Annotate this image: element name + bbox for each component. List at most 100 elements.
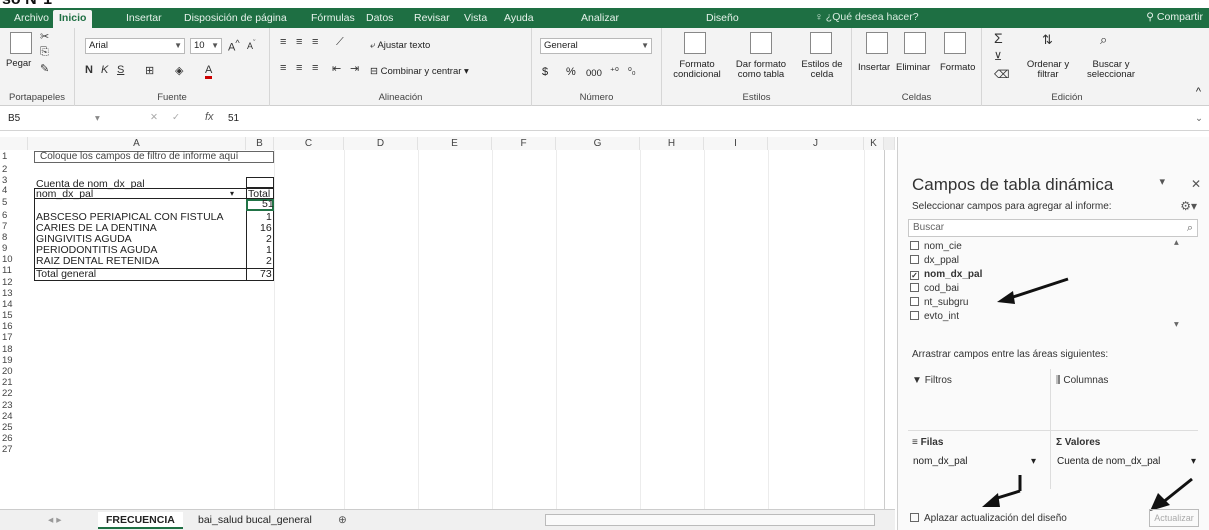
row-header[interactable]: 23 — [0, 400, 16, 411]
align-left-icon[interactable]: ≡ — [280, 62, 286, 74]
row-header[interactable]: 5 — [0, 197, 16, 208]
increase-decimal-icon[interactable]: ⁺⁰ — [610, 66, 619, 77]
format-cells-button[interactable]: Formato — [940, 62, 975, 73]
row-header[interactable]: 25 — [0, 422, 16, 433]
row-header[interactable]: 6 — [0, 210, 16, 221]
row-header[interactable]: 14 — [0, 299, 16, 310]
font-name-select[interactable]: Arial ▼ — [85, 38, 185, 54]
checkbox-checked[interactable]: ✓ — [910, 271, 919, 280]
align-top-icon[interactable]: ≡ — [280, 36, 286, 48]
chevron-down-icon[interactable]: ▾ — [1031, 453, 1036, 471]
blank-row-value[interactable]: 51 — [262, 198, 274, 210]
field-search-input[interactable]: Buscar ⌕ — [908, 219, 1198, 237]
select-all-corner[interactable] — [0, 137, 28, 150]
expand-formula-icon[interactable]: ⌄ — [1195, 113, 1203, 124]
name-box-dropdown-icon[interactable]: ▾ — [95, 113, 100, 124]
row-header[interactable]: 18 — [0, 344, 16, 355]
field-item[interactable]: evto_int — [910, 311, 959, 322]
tab-disposicion[interactable]: Disposición de página — [178, 10, 293, 28]
row-header[interactable]: 27 — [0, 444, 16, 455]
tab-ayuda[interactable]: Ayuda — [498, 10, 540, 28]
row-header[interactable]: 12 — [0, 277, 16, 288]
grow-font-icon[interactable]: A^ — [228, 38, 240, 54]
borders-icon[interactable]: ⊞ — [145, 64, 154, 77]
wrap-text-button[interactable]: ⤶ Ajustar texto — [370, 40, 430, 51]
increase-indent-icon[interactable]: ⇥ — [350, 62, 359, 75]
tab-insertar[interactable]: Insertar — [120, 10, 168, 28]
row-header[interactable]: 26 — [0, 433, 16, 444]
row-header[interactable]: 16 — [0, 321, 16, 332]
confirm-entry-icon[interactable]: ✓ — [172, 112, 180, 123]
field-list-scroll-down-icon[interactable]: ▾ — [1174, 319, 1179, 330]
row-header[interactable]: 19 — [0, 355, 16, 366]
decrease-decimal-icon[interactable]: ⁰₀ — [628, 66, 636, 77]
cancel-entry-icon[interactable]: ✕ — [150, 112, 158, 123]
pivot-row-label[interactable]: RAIZ DENTAL RETENIDA — [36, 255, 159, 267]
defer-update-checkbox[interactable]: Aplazar actualización del diseño — [910, 513, 1067, 524]
filter-dropdown-icon[interactable]: ▾ — [230, 189, 234, 198]
row-header[interactable]: 21 — [0, 377, 16, 388]
sheet-tab-bai-salud[interactable]: bai_salud bucal_general — [190, 512, 320, 529]
checkbox[interactable] — [910, 283, 919, 292]
field-item[interactable]: cod_bai — [910, 283, 959, 294]
row-header[interactable]: 11 — [0, 265, 16, 276]
format-as-table-button[interactable]: Dar formato como tabla — [730, 60, 792, 80]
shrink-font-icon[interactable]: Aˇ — [247, 38, 256, 51]
field-item[interactable]: nt_subgru — [910, 297, 968, 308]
decrease-indent-icon[interactable]: ⇤ — [332, 62, 341, 75]
row-header[interactable]: 2 — [0, 164, 16, 175]
currency-button[interactable]: $ — [542, 66, 548, 78]
share-button[interactable]: ⚲ Compartir — [1146, 11, 1203, 23]
tab-revisar[interactable]: Revisar — [408, 10, 456, 28]
row-field-header[interactable]: nom_dx_pal — [36, 188, 93, 200]
align-center-icon[interactable]: ≡ — [296, 62, 302, 74]
cut-icon[interactable]: ✂ — [40, 30, 49, 43]
row-header[interactable]: 24 — [0, 411, 16, 422]
delete-cells-button[interactable]: Eliminar — [896, 62, 930, 73]
format-painter-icon[interactable]: ✎ — [40, 62, 49, 75]
clear-icon[interactable]: ⌫ — [994, 68, 1010, 81]
update-button[interactable]: Actualizar — [1149, 509, 1199, 527]
row-header[interactable]: 7 — [0, 221, 16, 232]
field-item[interactable]: ✓ nom_dx_pal — [910, 269, 982, 280]
font-size-select[interactable]: 10 ▼ — [190, 38, 222, 54]
tab-archivo[interactable]: Archivo — [8, 10, 55, 28]
underline-button[interactable]: S — [117, 64, 124, 76]
pivot-row-value[interactable]: 2 — [266, 255, 272, 267]
grand-total-value[interactable]: 73 — [260, 268, 272, 280]
fill-color-icon[interactable]: ◈ — [175, 64, 183, 77]
align-right-icon[interactable]: ≡ — [312, 62, 318, 74]
checkbox[interactable] — [910, 311, 919, 320]
number-format-select[interactable]: General ▼ — [540, 38, 652, 54]
tab-vista[interactable]: Vista — [458, 10, 493, 28]
field-list-scroll-up-icon[interactable]: ▴ — [1174, 237, 1179, 248]
gear-icon[interactable]: ⚙▾ — [1180, 199, 1197, 213]
row-header[interactable]: 4 — [0, 185, 16, 196]
grand-total-label[interactable]: Total general — [36, 268, 96, 280]
insert-cells-button[interactable]: Insertar — [858, 62, 890, 73]
worksheet-grid[interactable]: A B C D E F G H I J K 1 2 3 4 5 6 7 8 9 … — [0, 137, 895, 509]
close-icon[interactable]: ✕ — [1191, 177, 1201, 191]
merge-center-button[interactable]: ⊟ Combinar y centrar ▾ — [370, 66, 469, 77]
tab-diseno[interactable]: Diseño — [700, 10, 745, 28]
fill-icon[interactable]: ⊻ — [994, 50, 1002, 63]
row-header[interactable]: 9 — [0, 243, 16, 254]
row-header[interactable]: 17 — [0, 332, 16, 343]
pane-options-icon[interactable]: ▾ — [1159, 175, 1165, 188]
autosum-icon[interactable]: Σ — [994, 30, 1003, 46]
tab-datos[interactable]: Datos — [360, 10, 399, 28]
scrollbar-track[interactable] — [884, 150, 885, 509]
chevron-down-icon[interactable]: ▾ — [1191, 453, 1196, 471]
row-header[interactable]: 8 — [0, 232, 16, 243]
column-header-h[interactable]: H — [640, 137, 704, 150]
column-header-c[interactable]: C — [274, 137, 344, 150]
thousands-button[interactable]: 000 — [586, 68, 602, 79]
cell-styles-button[interactable]: Estilos de celda — [796, 60, 848, 80]
align-bottom-icon[interactable]: ≡ — [312, 36, 318, 48]
font-color-icon[interactable]: A — [205, 64, 213, 79]
add-sheet-icon[interactable]: ⊕ — [330, 512, 355, 529]
conditional-format-button[interactable]: Formato condicional — [666, 60, 728, 80]
percent-button[interactable]: % — [566, 66, 576, 78]
row-header[interactable]: 20 — [0, 366, 16, 377]
column-header-b[interactable]: B — [246, 137, 274, 150]
